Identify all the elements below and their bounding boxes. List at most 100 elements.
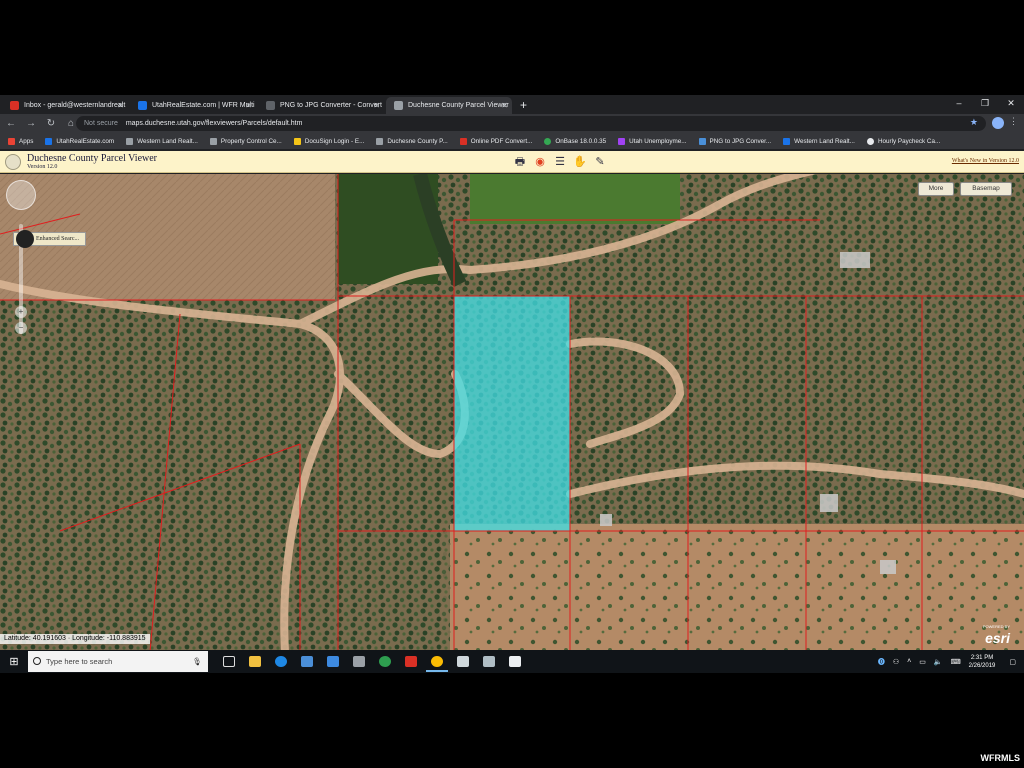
page-icon (209, 137, 217, 145)
bookmark-item[interactable]: PNG to JPG Conver... (698, 137, 771, 145)
chevron-up-icon[interactable]: ˄ (907, 658, 911, 665)
aerial-imagery (0, 174, 1024, 652)
close-tab-icon[interactable]: ✕ (373, 97, 380, 114)
close-tab-icon[interactable]: ✕ (245, 97, 252, 114)
task-view-icon[interactable] (218, 651, 240, 672)
microphone-icon[interactable]: 🎙 (192, 651, 202, 672)
tab-strip: Inbox - gerald@westernlandrealt ✕ UtahRe… (0, 95, 1024, 114)
satellite-map[interactable]: + − Enhanced Searc... More Basemap Latit… (0, 174, 1024, 652)
basemap-button[interactable]: Basemap (960, 182, 1012, 196)
calculator-icon[interactable] (452, 651, 474, 672)
tab-inbox[interactable]: Inbox - gerald@westernlandrealt ✕ (2, 97, 128, 114)
tab-utahrealestate[interactable]: UtahRealEstate.com | WFR Multi ✕ (130, 97, 256, 114)
close-window-button[interactable]: ✕ (998, 95, 1024, 112)
clock[interactable]: 2:31 PM 2/26/2019 (969, 654, 996, 670)
bookmark-star-icon[interactable]: ★ (970, 117, 978, 128)
app-icon[interactable] (374, 651, 396, 672)
site-icon (618, 137, 626, 145)
bookmark-item[interactable]: Duchesne County P... (376, 137, 448, 145)
chrome-icon[interactable] (426, 651, 448, 672)
notifications-icon[interactable]: ▢ (1009, 658, 1016, 666)
tab-png-converter[interactable]: PNG to JPG Converter - Convert ✕ (258, 97, 384, 114)
windows-start-icon[interactable]: ⊞ (0, 655, 28, 668)
window-controls: – ❐ ✕ (946, 95, 1024, 112)
bookmark-item[interactable]: Property Control Ce... (209, 137, 282, 145)
forward-button[interactable]: → (22, 118, 40, 129)
draw-pencil-icon[interactable]: ✎ (592, 154, 608, 170)
site-icon (266, 101, 275, 110)
layers-list-icon[interactable]: ☰ (552, 154, 568, 170)
keyboard-icon[interactable]: ⌨ (951, 658, 961, 666)
watermark: WFRMLS (980, 753, 1021, 763)
screen: Inbox - gerald@westernlandrealt ✕ UtahRe… (0, 95, 1024, 673)
zoom-in-button[interactable]: + (15, 306, 27, 318)
store-icon[interactable] (296, 651, 318, 672)
pinned-apps (218, 651, 530, 672)
bookmark-item[interactable]: Utah Unemployme... (618, 137, 687, 145)
profile-avatar[interactable] (992, 117, 1004, 129)
close-tab-icon[interactable]: ✕ (117, 97, 124, 114)
file-explorer-icon[interactable] (244, 651, 266, 672)
new-tab-button[interactable]: + (520, 97, 527, 114)
help-icon[interactable]: ⓿ (878, 657, 885, 667)
bookmark-label: Western Land Realt... (794, 137, 855, 145)
onbase-icon (544, 137, 552, 145)
selected-parcel (453, 295, 571, 532)
bookmark-item[interactable]: Western Land Realt... (783, 137, 855, 145)
security-indicator[interactable]: Not secure (84, 120, 118, 127)
network-icon[interactable]: ▭ (919, 658, 926, 666)
reload-button[interactable]: ↻ (42, 118, 60, 129)
taskbar-search[interactable]: Type here to search 🎙 (28, 651, 208, 672)
app-icon[interactable] (400, 651, 422, 672)
browser-toolbar: ← → ↻ ⌂ Not secure maps.duchesne.utah.go… (0, 114, 1024, 133)
search-icon (33, 657, 41, 665)
tab-parcel-viewer[interactable]: Duchesne County Parcel Viewer ✕ (386, 97, 512, 114)
esri-credit: POWERED BY (982, 624, 1010, 629)
site-icon (783, 137, 791, 145)
page-icon (376, 137, 384, 145)
page-icon (126, 137, 134, 145)
close-tab-icon[interactable]: ✕ (501, 97, 508, 114)
zoom-out-button[interactable]: − (15, 322, 27, 334)
bookmark-item[interactable]: Hourly Paycheck Ca... (866, 137, 941, 145)
dropbox-icon[interactable] (322, 651, 344, 672)
bookmark-item[interactable]: Online PDF Convert... (459, 137, 532, 145)
url-text: maps.duchesne.utah.gov/flexviewers/Parce… (125, 120, 303, 127)
volume-icon[interactable]: 🔈 (934, 658, 943, 666)
tab-title: UtahRealEstate.com | WFR Multi (152, 102, 255, 109)
print-icon[interactable]: 🖶 (512, 154, 528, 170)
page-icon (394, 101, 403, 110)
esri-text: esri (985, 630, 1010, 646)
converter-icon (698, 137, 706, 145)
back-button[interactable]: ← (2, 118, 20, 129)
more-button[interactable]: More (918, 182, 954, 196)
bookmark-item[interactable]: OnBase 18.0.0.35 (544, 137, 606, 145)
pan-hand-icon[interactable]: ✋ (572, 154, 588, 170)
search-placeholder: Type here to search (46, 657, 113, 666)
target-icon[interactable]: ◉ (532, 154, 548, 170)
app-icon[interactable] (348, 651, 370, 672)
bookmark-label: Property Control Ce... (220, 137, 282, 145)
bookmark-item[interactable]: UtahRealEstate.com (45, 137, 114, 145)
county-seal-icon (5, 154, 21, 170)
minimize-button[interactable]: – (946, 95, 972, 112)
paycheck-icon (866, 137, 874, 145)
whats-new-link[interactable]: What's New in Version 12.0 (952, 158, 1019, 164)
address-bar[interactable]: Not secure maps.duchesne.utah.gov/flexvi… (76, 116, 986, 131)
bookmark-apps[interactable]: Apps (8, 137, 33, 145)
enhanced-search-button[interactable]: Enhanced Searc... (13, 230, 86, 248)
app-icon[interactable] (478, 651, 500, 672)
bookmark-item[interactable]: DocuSign Login - E... (293, 137, 364, 145)
enhanced-search-label: Enhanced Searc... (36, 236, 79, 242)
bookmark-item[interactable]: Western Land Realt... (126, 137, 198, 145)
edge-icon[interactable] (270, 651, 292, 672)
browser-menu-icon[interactable]: ⋮ (1009, 116, 1018, 127)
people-icon[interactable]: ⚇ (893, 658, 899, 666)
esri-logo: POWERED BY esri (983, 624, 1010, 646)
bookmark-label: Hourly Paycheck Ca... (877, 137, 941, 145)
maximize-button[interactable]: ❐ (972, 95, 998, 112)
map-toolbar: 🖶 ◉ ☰ ✋ ✎ (512, 154, 612, 170)
map-navigation-compass[interactable] (6, 180, 36, 210)
solitaire-icon[interactable] (504, 651, 526, 672)
tab-title: Inbox - gerald@westernlandrealt (24, 102, 126, 109)
